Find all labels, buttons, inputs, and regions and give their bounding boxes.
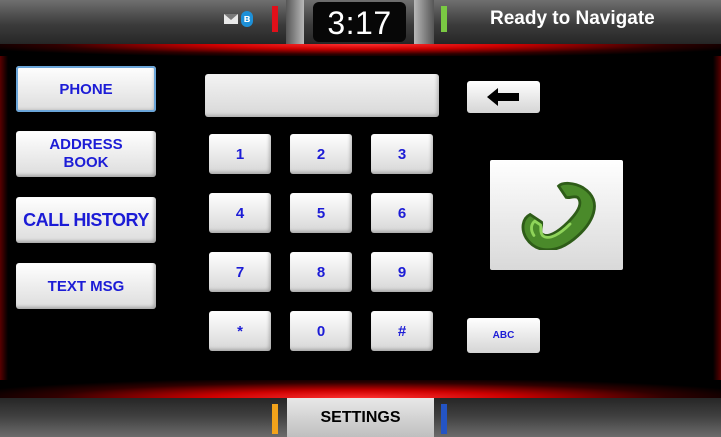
frame-glow-right [713,56,721,380]
nav-text-msg-button[interactable]: TEXT MSG [16,263,156,309]
envelope-icon [224,14,238,24]
key-0[interactable]: 0 [290,311,352,351]
settings-button[interactable]: SETTINGS [287,398,434,437]
key-3[interactable]: 3 [371,134,433,174]
key-1[interactable]: 1 [209,134,271,174]
phone-handset-icon [521,181,596,250]
arrow-left-icon [486,88,519,106]
status-icons: ʙ [224,11,253,27]
key-5[interactable]: 5 [290,193,352,233]
key-6[interactable]: 6 [371,193,433,233]
key-8[interactable]: 8 [290,252,352,292]
backspace-button[interactable] [467,81,540,113]
key-star[interactable]: * [209,311,271,351]
key-hash[interactable]: # [371,311,433,351]
nav-address-book-button[interactable]: ADDRESS BOOK [16,131,156,177]
nav-phone-button[interactable]: PHONE [16,66,156,112]
frame-glow-top [0,44,721,56]
status-indicator-red [272,6,278,32]
frame-glow-left [0,56,8,380]
nav-call-history-button[interactable]: CALL HISTORY [16,197,156,243]
key-2[interactable]: 2 [290,134,352,174]
clock-bezel-right [414,0,434,44]
key-9[interactable]: 9 [371,252,433,292]
bottom-indicator-orange [272,404,278,434]
call-button[interactable] [490,160,623,270]
frame-glow-bottom [0,380,721,398]
clock-bezel-left [286,0,304,44]
clock: 3:17 [313,2,406,42]
abc-button[interactable]: ABC [467,318,540,353]
number-display-field [205,74,439,117]
key-4[interactable]: 4 [209,193,271,233]
bluetooth-icon: ʙ [241,11,253,27]
navigation-status[interactable]: Ready to Navigate [490,8,655,30]
key-7[interactable]: 7 [209,252,271,292]
status-indicator-green [441,6,447,32]
bottom-indicator-blue [441,404,447,434]
